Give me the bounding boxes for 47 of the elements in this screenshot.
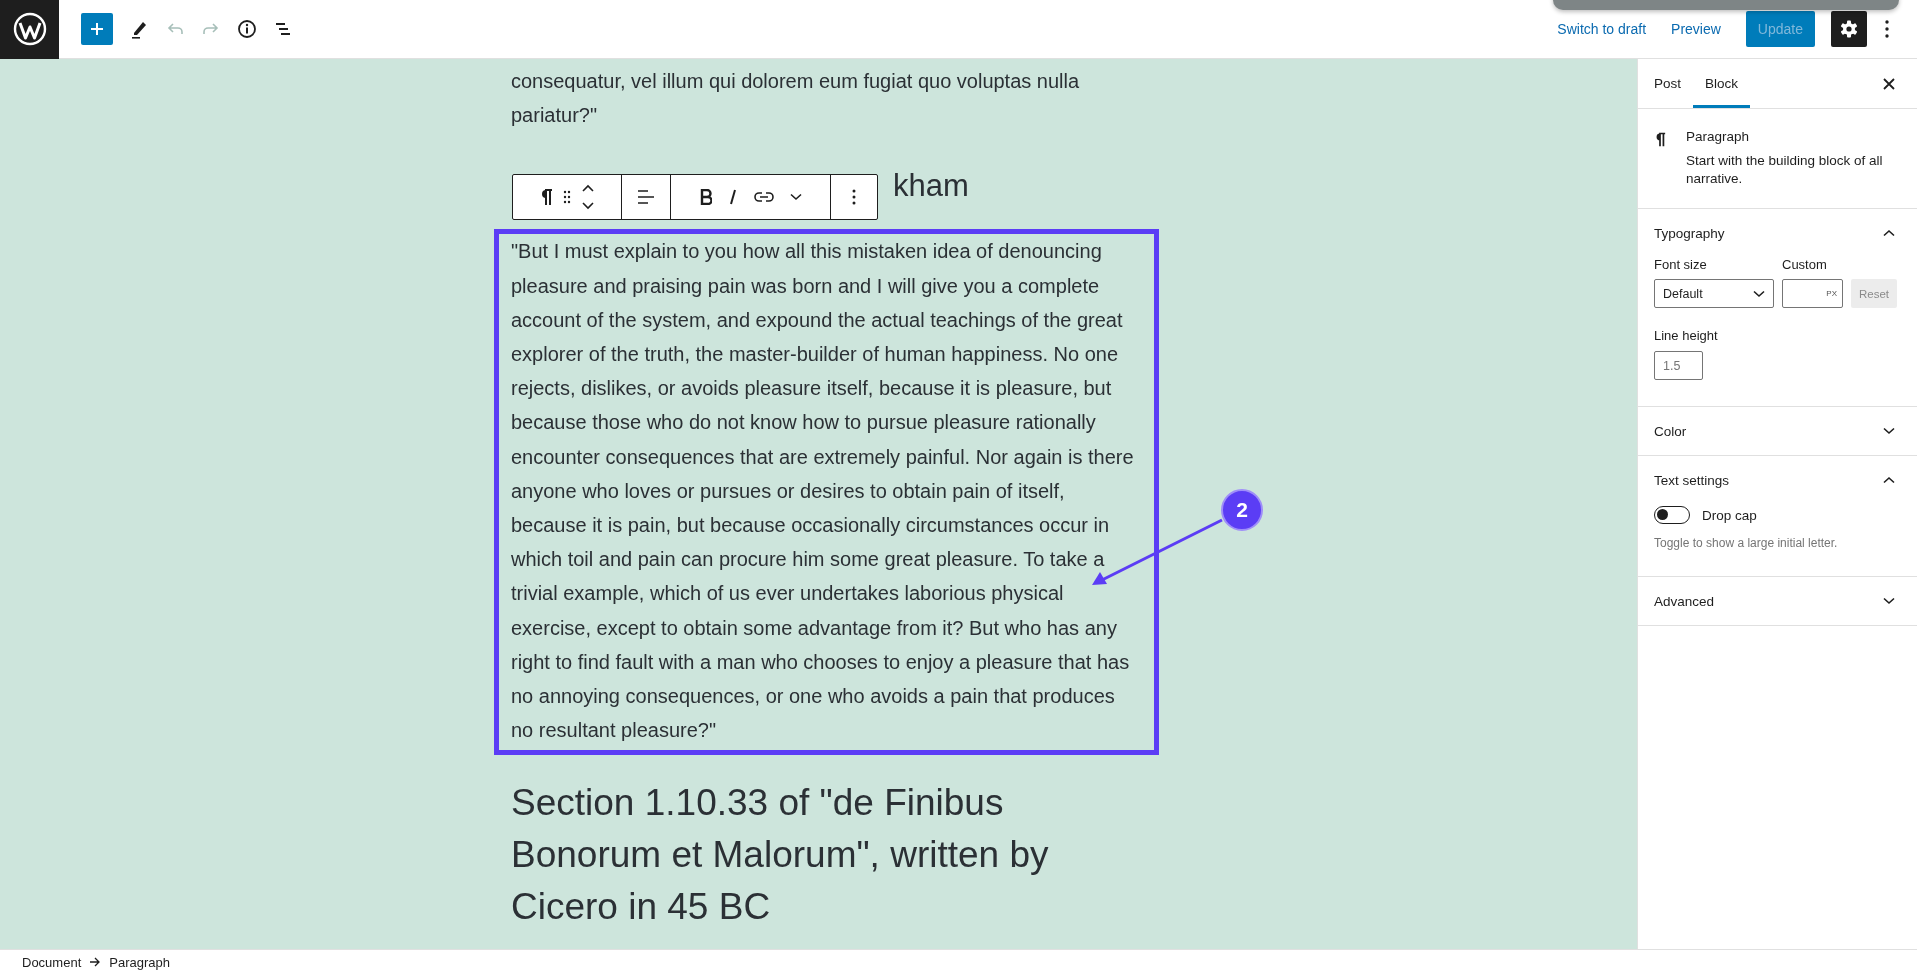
- preview-link[interactable]: Preview: [1671, 21, 1721, 37]
- custom-size-field[interactable]: PX: [1782, 279, 1843, 308]
- drag-handle-icon[interactable]: [563, 190, 571, 205]
- paragraph-text: consequatur, vel illum qui dolorem eum fugiat quo voluptas nulla pariatur?": [510, 69, 1081, 129]
- chevron-down-icon: [1753, 289, 1765, 298]
- chevron-down-icon[interactable]: [789, 193, 802, 202]
- sidebar-tab[interactable]: Post: [1642, 59, 1693, 108]
- panel-title[interactable]: Color: [1654, 423, 1687, 439]
- help-text: Toggle to show a large initial letter.: [1654, 536, 1839, 550]
- breadcrumb-link[interactable]: Document: [22, 954, 82, 970]
- selected-paragraph[interactable]: "But I must explain to you how all this mistaken idea of denouncing pleasure and praising pain was born and I will give you a complete account of the system, and expound the actual teachings of the great explorer of the truth, the master-builder of human happiness. No one rejects, dislikes, or avoids pleasure itself, because it is pleasure, but because those who do not know how to pursue pleasure rationally encounter consequences that are extremely painful. Nor again is there anyone who loves or pursues or desires to obtain pain of itself, because it is pain, but because occasionally circumstances occur in which toil and pain can procure him some great pleasure. To take a trivial example, which of us ever undertakes laborious physical exercise, except to obtain some advantage from it? But who has any right to find fault with a man who chooses to enjoy a pleasure that has no annoying consequences, or one who avoids a pain that produces no resultant pleasure?": [494, 229, 1159, 756]
- panel-title[interactable]: Text settings: [1654, 472, 1730, 488]
- settings-button[interactable]: [1831, 11, 1867, 47]
- pilcrow-icon[interactable]: [539, 188, 553, 207]
- switch-to-draft-link[interactable]: Switch to draft: [1557, 21, 1647, 37]
- sidebar-tab[interactable]: Block: [1693, 59, 1751, 108]
- block-title: Paragraph: [1686, 129, 1751, 144]
- add-block-button[interactable]: [81, 13, 113, 45]
- logo-icon[interactable]: [0, 0, 59, 59]
- move-arrows-icon[interactable]: [581, 184, 595, 211]
- chevron-down-icon[interactable]: [1883, 597, 1895, 605]
- italic-icon[interactable]: [727, 189, 738, 206]
- block-description: Start with the building block of all narrative.: [1686, 152, 1884, 188]
- panel-title[interactable]: Typography: [1654, 225, 1725, 241]
- link-icon[interactable]: [753, 191, 774, 204]
- breadcrumb-link[interactable]: Paragraph: [109, 954, 170, 970]
- chevron-down-icon[interactable]: [1883, 427, 1895, 435]
- line-height-field[interactable]: 1.5: [1654, 351, 1703, 380]
- field-label: Custom: [1782, 257, 1828, 272]
- align-left-icon[interactable]: [637, 189, 655, 206]
- pilcrow-icon: [1654, 131, 1666, 148]
- plus-icon: [89, 21, 105, 37]
- toggle-label: Drop cap: [1702, 507, 1757, 523]
- options-icon[interactable]: [852, 189, 856, 206]
- field-label: Font size: [1654, 257, 1708, 272]
- field-label: Line height: [1654, 328, 1719, 343]
- panel-title[interactable]: Advanced: [1654, 593, 1715, 609]
- toggle-switch[interactable]: [1654, 506, 1690, 524]
- chevron-up-icon[interactable]: [1883, 229, 1895, 237]
- font-size-select[interactable]: Default: [1654, 279, 1774, 308]
- heading-text: Section 1.10.33 of "de Finibus Bonorum et Malorum", written by Cicero in 45 BC: [510, 781, 1050, 930]
- arrow-right-icon: [89, 957, 102, 967]
- bold-icon[interactable]: [699, 189, 712, 206]
- heading-text: kham: [893, 167, 969, 206]
- chevron-up-icon[interactable]: [1883, 476, 1895, 484]
- step-badge: 2: [1221, 489, 1263, 531]
- settings-icon: [1839, 19, 1859, 39]
